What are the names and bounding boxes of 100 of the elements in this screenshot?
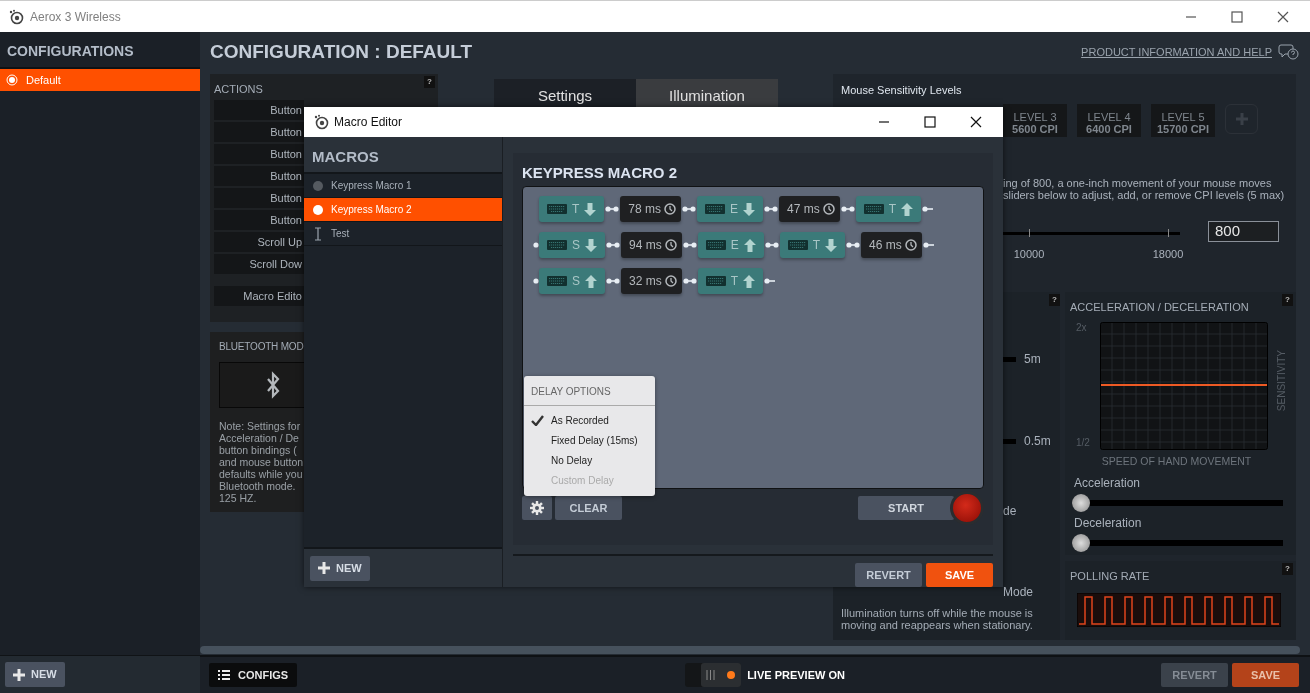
action-row[interactable]: Button bbox=[214, 144, 304, 164]
help-badge[interactable]: ? bbox=[1282, 563, 1293, 575]
delay-block[interactable]: 78 ms bbox=[620, 196, 682, 222]
tab[interactable]: Illumination bbox=[636, 79, 778, 107]
plus-icon bbox=[318, 562, 330, 574]
indicator-light-icon bbox=[726, 670, 737, 680]
maximize-icon[interactable] bbox=[924, 116, 936, 128]
sidebar-title: CONFIGURATIONS bbox=[6, 42, 135, 61]
help-link[interactable]: PRODUCT INFORMATION AND HELP bbox=[1081, 43, 1272, 61]
list-icon bbox=[218, 670, 230, 680]
action-row[interactable]: Button bbox=[214, 188, 304, 208]
grip-icon bbox=[706, 669, 717, 681]
macro-list-item[interactable]: Test bbox=[304, 222, 502, 246]
clear-button[interactable]: CLEAR bbox=[555, 496, 622, 520]
illumination-note: Illumination turns off while the mouse is moving and reappears when stationary. bbox=[840, 606, 1034, 631]
keyboard-icon bbox=[705, 240, 726, 250]
menu-header: DELAY OPTIONS bbox=[524, 376, 655, 406]
slider-thumb[interactable] bbox=[1072, 533, 1090, 552]
configs-button[interactable]: CONFIGS bbox=[209, 663, 298, 687]
slider-stub bbox=[1003, 356, 1016, 362]
distance-label: 5m bbox=[1024, 351, 1041, 368]
connector bbox=[846, 241, 861, 249]
menu-item: Custom Delay bbox=[550, 473, 615, 488]
connector bbox=[606, 241, 620, 249]
level-tab[interactable]: LEVEL 5 15700 CPI bbox=[1151, 104, 1215, 137]
page-title: CONFIGURATION : DEFAULT bbox=[210, 39, 473, 64]
help-badge[interactable]: ? bbox=[1282, 294, 1293, 306]
settings-button[interactable] bbox=[522, 496, 552, 520]
clock-icon bbox=[904, 239, 917, 251]
axis-label: SPEED OF HAND MOVEMENT bbox=[1100, 454, 1253, 469]
action-row[interactable]: Button bbox=[214, 210, 304, 230]
option-label: de bbox=[1003, 503, 1017, 520]
keyboard-icon bbox=[705, 276, 726, 286]
save-button[interactable]: SAVE bbox=[926, 563, 993, 587]
delay-block[interactable]: 47 ms bbox=[779, 196, 840, 222]
menu-item[interactable]: No Delay bbox=[524, 450, 655, 470]
record-button[interactable] bbox=[950, 491, 984, 525]
keyboard-icon bbox=[705, 204, 726, 214]
action-row[interactable]: Button bbox=[214, 100, 304, 120]
help-badge[interactable]: ? bbox=[424, 76, 435, 88]
action-row[interactable]: Scroll Dow bbox=[214, 254, 304, 274]
connector bbox=[764, 205, 779, 213]
slider-thumb[interactable] bbox=[1072, 493, 1090, 512]
slider-label: Deceleration bbox=[1073, 514, 1142, 532]
axis-label: SENSITIVITY bbox=[1275, 350, 1288, 412]
window-title: Aerox 3 Wireless bbox=[30, 8, 121, 26]
new-macro-button[interactable]: NEW bbox=[310, 555, 370, 581]
connector bbox=[682, 241, 697, 249]
connector bbox=[922, 241, 937, 249]
arrow-down-icon bbox=[584, 202, 597, 216]
delay-block[interactable]: 94 ms bbox=[621, 232, 682, 258]
app-logo-icon bbox=[313, 114, 329, 130]
description-text: ing of 800, a one-inch movement of your mouse moves sliders below to adjust, add, or remove CPI levels (5 max) bbox=[1002, 177, 1286, 201]
close-icon[interactable] bbox=[970, 116, 982, 128]
horizontal-scrollbar[interactable] bbox=[200, 646, 1300, 654]
slider-stub bbox=[1003, 438, 1016, 444]
keyboard-icon bbox=[863, 204, 884, 214]
start-button[interactable]: START bbox=[858, 496, 954, 520]
help-chat-icon[interactable] bbox=[1278, 43, 1300, 61]
arrow-up-icon bbox=[901, 202, 914, 216]
panel-title: ACTIONS bbox=[214, 82, 263, 97]
action-row[interactable]: Macro Edito bbox=[214, 286, 304, 306]
action-row[interactable]: Button bbox=[214, 166, 304, 186]
connector bbox=[764, 241, 779, 249]
connector bbox=[682, 205, 697, 213]
delay-block[interactable]: 46 ms bbox=[861, 232, 922, 258]
panel-title: BLUETOOTH MOD bbox=[219, 340, 304, 354]
live-preview-toggle[interactable] bbox=[685, 663, 742, 687]
level-tab[interactable]: LEVEL 4 6400 CPI bbox=[1077, 104, 1141, 137]
panel-title: POLLING RATE bbox=[1070, 569, 1150, 584]
menu-item[interactable]: Fixed Delay (15ms) bbox=[524, 430, 655, 450]
tick-label: 18000 bbox=[1152, 247, 1184, 262]
delay-block[interactable]: 32 ms bbox=[621, 268, 682, 294]
arrow-down-icon bbox=[825, 238, 838, 252]
action-row[interactable]: Scroll Up bbox=[214, 232, 304, 252]
text-cursor-icon bbox=[313, 226, 323, 241]
tab[interactable]: Settings bbox=[494, 79, 636, 107]
cpi-input[interactable]: 800 bbox=[1208, 221, 1279, 242]
bluetooth-icon bbox=[266, 371, 280, 399]
app-logo-icon bbox=[8, 8, 24, 25]
slider-label: Acceleration bbox=[1073, 474, 1141, 492]
menu-item[interactable]: As Recorded bbox=[524, 410, 655, 430]
keyboard-icon bbox=[547, 276, 567, 286]
keyboard-icon bbox=[787, 240, 808, 250]
window-title: Macro Editor bbox=[334, 114, 403, 131]
clock-icon bbox=[664, 239, 677, 251]
revert-button[interactable]: REVERT bbox=[855, 563, 922, 587]
distance-label: 0.5m bbox=[1024, 433, 1051, 450]
gear-icon bbox=[530, 501, 544, 515]
keyboard-icon bbox=[547, 240, 567, 250]
panel-title: ACCELERATION / DECELERATION bbox=[1070, 300, 1249, 315]
arrow-up-icon bbox=[585, 274, 597, 288]
arrow-down-icon bbox=[585, 238, 597, 252]
level-tab[interactable]: LEVEL 3 5600 CPI bbox=[1003, 104, 1067, 137]
clock-icon bbox=[822, 203, 835, 215]
new-button[interactable]: NEW bbox=[5, 662, 65, 687]
action-row[interactable]: Button bbox=[214, 122, 304, 142]
toggle-label: LIVE PREVIEW ON bbox=[747, 667, 845, 683]
close-icon[interactable] bbox=[1277, 10, 1289, 23]
help-badge[interactable]: ? bbox=[1049, 294, 1060, 306]
